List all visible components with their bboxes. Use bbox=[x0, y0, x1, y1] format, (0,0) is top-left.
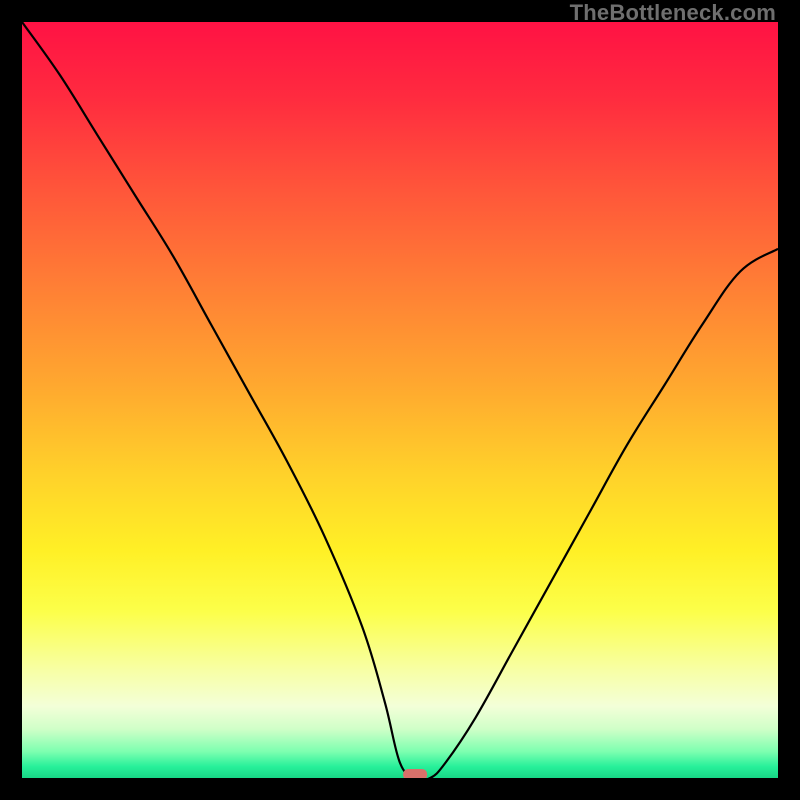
gradient-background bbox=[22, 22, 778, 778]
chart-frame bbox=[22, 22, 778, 778]
watermark-text: TheBottleneck.com bbox=[570, 0, 776, 26]
bottleneck-chart bbox=[22, 22, 778, 778]
optimal-marker bbox=[403, 769, 427, 778]
